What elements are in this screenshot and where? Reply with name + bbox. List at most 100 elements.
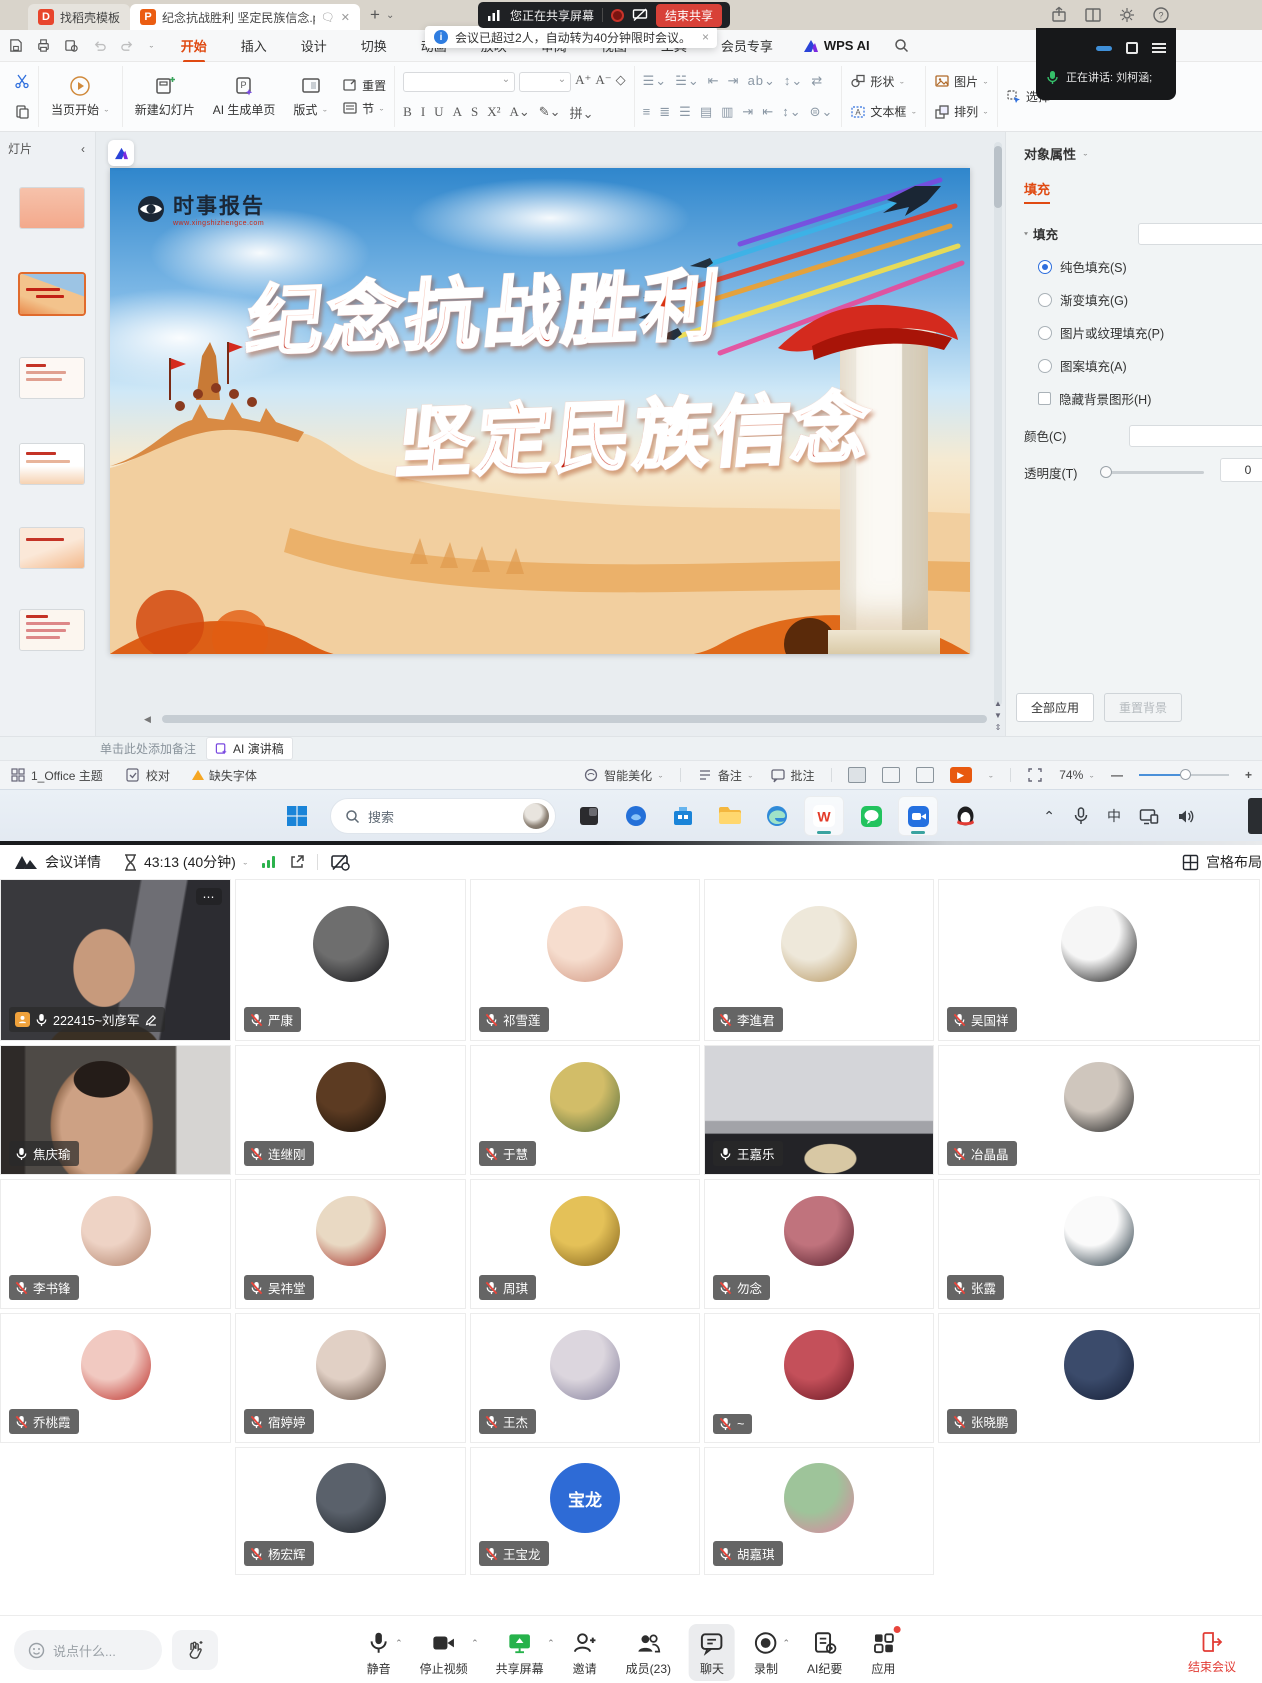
notes-toggle-button[interactable]: 备注⌄ <box>697 767 754 784</box>
format-button[interactable]: S <box>471 104 478 120</box>
file-explorer-app-icon[interactable] <box>710 796 750 836</box>
reset-button[interactable]: 重置 <box>342 77 386 94</box>
tab-comment-icon[interactable]: 🗨 <box>321 11 335 24</box>
format-button[interactable]: X² <box>487 104 500 120</box>
zoom-out-icon[interactable]: — <box>1111 768 1123 782</box>
meeting-timer[interactable]: 43:13 (40分钟) ⌄ <box>123 852 249 872</box>
zoom-slider[interactable] <box>1139 774 1229 776</box>
participant-tile[interactable]: 乔桃霞 <box>0 1313 231 1443</box>
fill-option-radio[interactable]: 渐变填充(G) <box>1038 290 1262 309</box>
rename-pencil-icon[interactable] <box>145 1014 157 1026</box>
theme-status[interactable]: 1_Office 主题 <box>10 767 103 784</box>
gear-icon[interactable] <box>1118 6 1136 24</box>
restore-window-icon[interactable] <box>1126 42 1138 54</box>
participant-tile[interactable]: 宿婷婷 <box>235 1313 466 1443</box>
tab-docer-templates[interactable]: D 找稻壳模板 <box>28 4 130 30</box>
raise-hand-button[interactable] <box>172 1630 218 1670</box>
participant-tile[interactable]: 祁雪莲 <box>470 879 700 1041</box>
new-tab-button[interactable]: + <box>370 5 380 25</box>
taskbar-search[interactable]: 搜索 <box>330 798 556 834</box>
reading-view-button[interactable] <box>916 767 934 783</box>
arrange-button[interactable]: 排列⌄ <box>934 103 989 120</box>
scroll-left-icon[interactable]: ◀ <box>144 714 151 725</box>
vertical-scrollbar[interactable] <box>994 142 1002 706</box>
save-icon[interactable] <box>8 38 23 53</box>
record-toolbar-button[interactable]: ⌃录制 <box>743 1624 789 1681</box>
edge-app-icon[interactable] <box>757 796 797 836</box>
format-extra-icon[interactable]: ✎⌄ <box>539 104 561 120</box>
participant-tile[interactable]: 杨宏辉 <box>235 1447 466 1575</box>
participant-tile[interactable]: 张晓鹏 <box>938 1313 1260 1443</box>
new-slide-button[interactable]: 新建幻灯片 <box>131 75 199 118</box>
slide-thumbnail-selected[interactable] <box>20 274 84 314</box>
quick-chat-input[interactable]: 说点什么... <box>14 1630 162 1670</box>
record-indicator-icon[interactable] <box>611 9 624 22</box>
participant-tile[interactable]: 宝龙王宝龙 <box>470 1447 700 1575</box>
paste-icon[interactable] <box>14 104 30 120</box>
quick-access-caret-icon[interactable]: ⌄ <box>148 42 155 49</box>
members-toolbar-button[interactable]: 成员(23) <box>616 1624 681 1681</box>
layout-switch-button[interactable]: 宫格布局 <box>1182 852 1262 872</box>
color-dropdown[interactable] <box>1129 425 1262 447</box>
wps-ai-menu[interactable]: WPS AI <box>803 38 870 53</box>
participant-tile[interactable]: 张露 <box>938 1179 1260 1309</box>
collapse-panel-icon[interactable]: ‹ <box>81 142 85 156</box>
tray-overflow-panel[interactable] <box>1248 798 1262 834</box>
menu-tab[interactable]: 切换 <box>361 36 387 55</box>
ai-generate-page-button[interactable]: P AI 生成单页 <box>209 75 280 118</box>
start-button[interactable] <box>277 796 317 836</box>
menu-tab[interactable]: 插入 <box>241 36 267 55</box>
participant-tile[interactable]: 吴国祥 <box>938 879 1260 1041</box>
font-size-select[interactable] <box>519 72 571 92</box>
slide-thumbnail[interactable] <box>20 610 84 650</box>
proofing-status[interactable]: 校对 <box>125 767 170 784</box>
apply-all-button[interactable]: 全部应用 <box>1016 693 1094 722</box>
tencent-meeting-app-icon[interactable] <box>898 796 938 836</box>
tab-close-icon[interactable]: ✕ <box>341 11 350 24</box>
comments-button[interactable]: 批注 <box>770 767 815 784</box>
tab-list-caret-icon[interactable]: ⌄ <box>386 10 394 21</box>
share-icon[interactable] <box>1050 6 1068 24</box>
increase-font-icon[interactable]: A⁺ <box>575 72 591 92</box>
cut-icon[interactable] <box>14 73 30 89</box>
share-toolbar-button[interactable]: ⌃共享屏幕 <box>486 1624 554 1681</box>
slide-thumbnail[interactable] <box>20 444 84 484</box>
slideshow-button[interactable]: ▶ <box>950 767 972 783</box>
decrease-font-icon[interactable]: A⁻ <box>595 72 611 92</box>
fill-section-header[interactable]: ▾填充 <box>1024 224 1262 243</box>
ai-script-button[interactable]: AI 演讲稿 <box>206 737 293 760</box>
smart-beautify-button[interactable]: 智能美化⌄ <box>583 767 664 784</box>
participant-tile[interactable]: 焦庆瑜 <box>0 1045 231 1175</box>
wps-ai-float-button[interactable] <box>108 140 134 166</box>
slide-thumbnail[interactable] <box>20 358 84 398</box>
network-quality-icon[interactable] <box>261 855 277 869</box>
pause-share-icon[interactable] <box>632 7 648 23</box>
fill-option-radio[interactable]: 纯色填充(S) <box>1038 257 1262 276</box>
slide-thumbnail[interactable] <box>20 528 84 568</box>
participant-tile[interactable]: 冶晶晶 <box>938 1045 1260 1175</box>
fill-tab[interactable]: 填充 <box>1024 179 1050 204</box>
ime-indicator[interactable]: 中 <box>1107 806 1121 826</box>
section-button[interactable]: 节⌄ <box>342 100 386 117</box>
participant-tile[interactable]: 胡嘉琪 <box>704 1447 934 1575</box>
transparency-value[interactable]: 0 <box>1220 458 1262 482</box>
tray-mic-icon[interactable] <box>1073 807 1089 825</box>
picture-button[interactable]: 图片⌄ <box>934 73 989 90</box>
list-indent-icons[interactable]: ☰⌄☱⌄⇤⇥ab⌄↕⌄⇄ <box>643 73 834 89</box>
copilot-app-icon[interactable] <box>616 796 656 836</box>
participant-tile[interactable]: 连继刚 <box>235 1045 466 1175</box>
textbox-button[interactable]: A文本框⌄ <box>850 103 917 120</box>
minimize-icon[interactable] <box>1096 46 1112 51</box>
zoom-in-icon[interactable]: + <box>1245 768 1252 782</box>
participant-tile[interactable]: 王嘉乐 <box>704 1045 934 1175</box>
menu-tab[interactable]: 会员专享 <box>721 36 773 55</box>
participant-tile[interactable]: 周琪 <box>470 1179 700 1309</box>
open-external-icon[interactable] <box>289 854 305 870</box>
chevron-up-icon[interactable]: ⌃ <box>471 1638 479 1649</box>
meeting-detail-button[interactable]: 会议详情 <box>14 852 101 872</box>
slideshow-caret-icon[interactable]: ⌄ <box>988 771 995 778</box>
stop-share-icon[interactable] <box>330 854 350 871</box>
tab-document-active[interactable]: P 纪念抗战胜利 坚定民族信念.p 🗨 ✕ <box>130 4 360 30</box>
format-button[interactable]: B <box>403 104 412 120</box>
normal-view-button[interactable] <box>848 767 866 783</box>
